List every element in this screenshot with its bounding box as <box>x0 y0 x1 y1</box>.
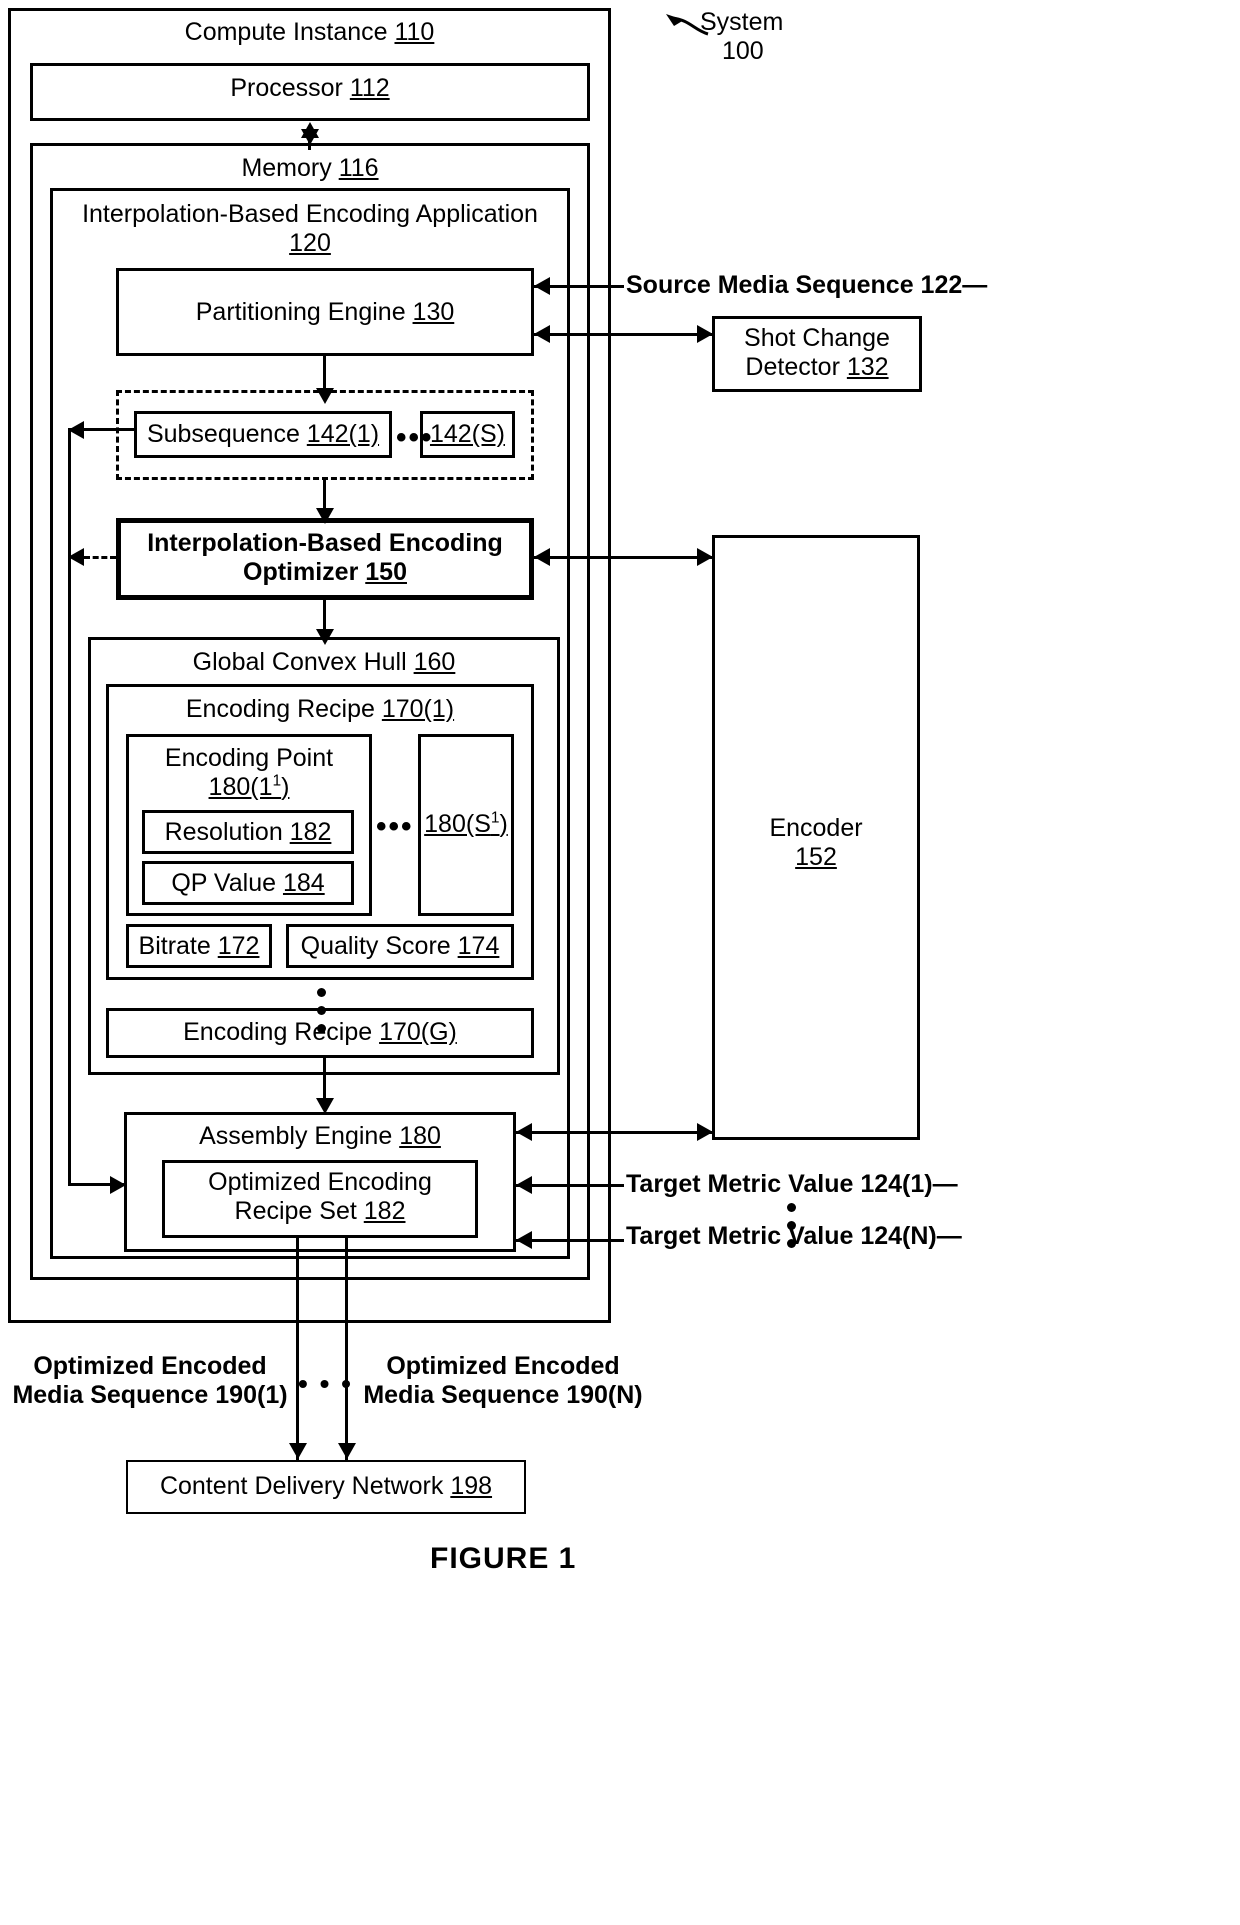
partitioning-detector-line <box>534 333 712 336</box>
optimizer-feedback-arrow <box>68 548 84 566</box>
optimizer-encoder-arrow-right <box>697 548 713 566</box>
encoding-recipe-first-title: Encoding Recipe <box>185 695 382 723</box>
target-metric-value-last-label: Target Metric Value 124(N)— <box>626 1222 962 1250</box>
output-first-label: Optimized Encoded Media Sequence 190(1) <box>12 1352 288 1409</box>
optimizer-encoder-line <box>534 556 712 559</box>
output-last-arrow <box>338 1443 356 1459</box>
resolution-label: Resolution 182 <box>142 818 354 847</box>
output-first-line <box>296 1238 299 1460</box>
optimized-recipe-set-line1: Optimized Encoding <box>208 1168 432 1196</box>
optimizer-ref: 150 <box>365 558 407 586</box>
shot-change-detector-ref: 132 <box>846 353 889 381</box>
target-metric-first-arrow <box>516 1176 532 1194</box>
subsequence-first-label: Subsequence 142(1) <box>134 420 392 449</box>
processor-label: Processor 112 <box>30 74 590 103</box>
subsequence-feedback-vline <box>68 428 71 1186</box>
output-last-line <box>345 1238 348 1460</box>
encoding-recipe-last-ref: 170(G) <box>379 1018 457 1046</box>
optimized-recipe-set-line2: Recipe Set <box>234 1197 364 1225</box>
assembly-engine-label: Assembly Engine 180 <box>124 1122 516 1151</box>
bitrate-label: Bitrate 172 <box>126 932 272 961</box>
encoding-recipe-first-label: Encoding Recipe 170(1) <box>106 695 534 724</box>
resolution-title: Resolution <box>164 818 290 846</box>
encoding-point-first-label: Encoding Point 180(11) <box>126 744 372 802</box>
target-metric-value-first-label: Target Metric Value 124(1)— <box>626 1170 958 1198</box>
compute-instance-ref: 110 <box>394 18 435 46</box>
processor-title: Processor <box>230 74 350 102</box>
qp-value-ref: 184 <box>282 869 325 897</box>
encoder-ref: 152 <box>795 843 837 871</box>
processor-ref: 112 <box>349 74 390 102</box>
system-label-line2: 100 <box>722 37 764 65</box>
cdn-label: Content Delivery Network 198 <box>126 1472 526 1501</box>
optimized-recipe-set-label: Optimized Encoding Recipe Set 182 <box>162 1168 478 1226</box>
encoder-label: Encoder 152 <box>712 814 920 872</box>
encoder-assembly-arrow-left <box>516 1123 532 1141</box>
output-first-arrow <box>289 1443 307 1459</box>
target-metric-last-line <box>516 1239 624 1242</box>
compute-instance-title: Compute Instance <box>184 18 395 46</box>
partitioning-engine-ref: 130 <box>412 298 455 326</box>
memory-label: Memory 116 <box>30 154 590 183</box>
global-convex-hull-label: Global Convex Hull 160 <box>88 648 560 677</box>
optimized-recipe-set-ref: 182 <box>363 1197 406 1225</box>
quality-score-title: Quality Score <box>300 932 458 960</box>
bitrate-title: Bitrate <box>138 932 218 960</box>
figure-caption: FIGURE 1 <box>430 1542 577 1575</box>
quality-score-label: Quality Score 174 <box>286 932 514 961</box>
memory-ref: 116 <box>338 154 379 182</box>
bitrate-ref: 172 <box>217 932 260 960</box>
encoding-recipe-last-label: Encoding Recipe 170(G) <box>106 1018 534 1047</box>
subsequence-first-title: Subsequence <box>146 420 307 448</box>
optimizer-label: Interpolation-Based Encoding Optimizer 1… <box>118 529 532 587</box>
subsequence-first-ref: 142(1) <box>306 420 380 448</box>
encoding-point-last-ref: 180(S1) <box>424 809 508 838</box>
optimizer-title-line1: Interpolation-Based Encoding <box>147 529 503 557</box>
encoder-assembly-line <box>516 1131 712 1134</box>
memory-title: Memory <box>241 154 339 182</box>
cdn-title: Content Delivery Network <box>159 1472 451 1500</box>
partitioning-engine-title: Partitioning Engine <box>195 298 413 326</box>
encoding-application-title: Interpolation-Based Encoding Application <box>82 200 538 228</box>
patent-figure-1: Compute Instance 110 Processor 112 Memor… <box>0 0 1240 1925</box>
system-label-line1: System <box>700 8 784 36</box>
partitioning-detector-arrow-right <box>697 325 713 343</box>
optimizer-feedback-dashed-line <box>84 556 116 559</box>
encoding-application-label: Interpolation-Based Encoding Application… <box>52 200 568 258</box>
global-convex-hull-title: Global Convex Hull <box>192 648 414 676</box>
qp-value-title: QP Value <box>171 869 283 897</box>
encoding-recipe-last-title: Encoding Recipe <box>183 1018 380 1046</box>
cdn-ref: 198 <box>450 1472 493 1500</box>
encoding-point-first-title: Encoding Point <box>164 744 334 772</box>
encoder-title: Encoder <box>769 814 863 842</box>
encoding-recipe-first-ref: 170(1) <box>381 695 455 723</box>
target-metric-last-arrow <box>516 1231 532 1249</box>
encoder-assembly-arrow-right <box>697 1123 713 1141</box>
assembly-engine-title: Assembly Engine <box>199 1122 400 1150</box>
optimizer-encoder-arrow-left <box>534 548 550 566</box>
output-ellipsis: • • • <box>298 1368 353 1399</box>
resolution-ref: 182 <box>289 818 332 846</box>
target-metric-first-line <box>516 1184 624 1187</box>
encoding-point-ellipsis: ••• <box>376 810 414 843</box>
assembly-engine-ref: 180 <box>399 1122 441 1150</box>
qp-value-label: QP Value 184 <box>142 869 354 898</box>
system-label: System 100 <box>700 8 860 66</box>
shot-change-detector-line1: Shot Change <box>744 324 890 352</box>
shot-change-detector-label: Shot Change Detector 132 <box>712 324 922 382</box>
global-convex-hull-ref: 160 <box>413 648 456 676</box>
partitioning-engine-label: Partitioning Engine 130 <box>116 298 534 327</box>
partitioning-detector-arrow-left <box>534 325 550 343</box>
quality-score-ref: 174 <box>457 932 500 960</box>
compute-instance-label: Compute Instance 110 <box>8 18 611 47</box>
source-media-arrow <box>534 277 550 295</box>
output-last-label: Optimized Encoded Media Sequence 190(N) <box>363 1352 643 1409</box>
subsequence-last-ref: 142(S) <box>429 420 506 448</box>
optimizer-title-line2: Optimizer <box>243 558 366 586</box>
encoding-application-ref: 120 <box>289 229 331 257</box>
source-media-sequence-label: Source Media Sequence 122— <box>626 271 988 299</box>
encoding-point-first-ref: 180(11) <box>208 772 290 801</box>
shot-change-detector-line2: Detector <box>745 353 847 381</box>
